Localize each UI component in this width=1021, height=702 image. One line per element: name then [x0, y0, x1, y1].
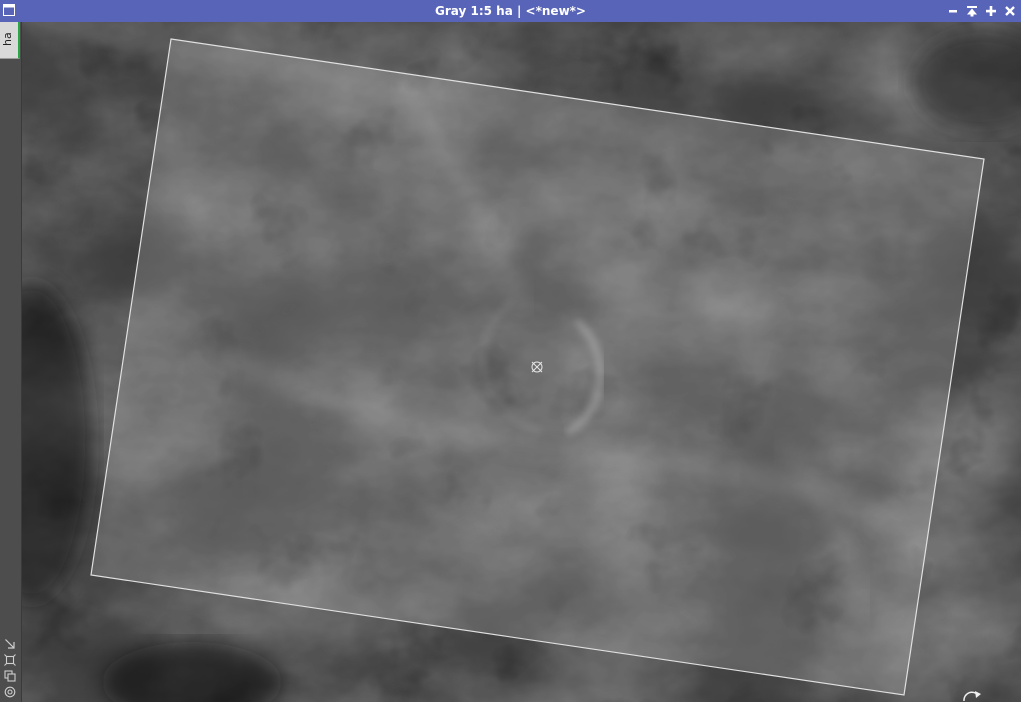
image-viewport[interactable]	[22, 22, 1021, 702]
window-titlebar[interactable]: Gray 1:5 ha | <*new*>	[0, 0, 1021, 22]
rotate-icon[interactable]	[961, 688, 983, 702]
drag-arrow-icon[interactable]	[4, 638, 16, 650]
side-toolbar: ha	[0, 22, 22, 702]
maximize-icon[interactable]	[983, 3, 999, 19]
close-icon[interactable]	[1002, 3, 1018, 19]
view-tab-ha[interactable]: ha	[0, 22, 20, 59]
window-title: Gray 1:5 ha | <*new*>	[435, 4, 586, 18]
image-window: Gray 1:5 ha | <*new*> ha	[0, 0, 1021, 702]
target-icon[interactable]	[4, 686, 16, 698]
nebula-image	[22, 22, 1021, 702]
fit-view-icon[interactable]	[4, 654, 16, 666]
view-tab-label: ha	[1, 32, 14, 46]
shade-icon[interactable]	[964, 3, 980, 19]
clone-icon[interactable]	[4, 670, 16, 682]
minimize-icon[interactable]	[945, 3, 961, 19]
